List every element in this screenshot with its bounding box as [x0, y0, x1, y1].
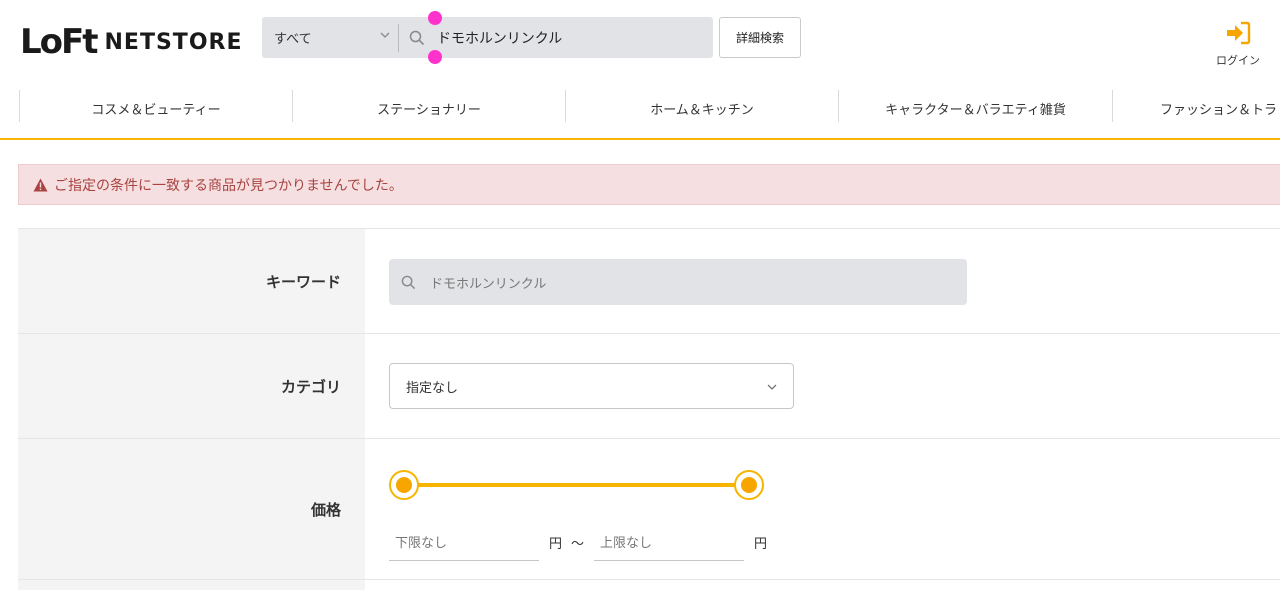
- price-label: 価格: [18, 439, 365, 579]
- search-icon[interactable]: [405, 17, 429, 58]
- price-min-input[interactable]: 下限なし: [389, 523, 539, 561]
- loft-netstore-logo[interactable]: LoFt NETSTORE: [20, 22, 243, 62]
- nav-item-cosme-beauty[interactable]: コスメ＆ビューティー: [20, 92, 292, 124]
- search-bar: すべて ドモホルンリンクル: [262, 11, 713, 64]
- category-nav: コスメ＆ビューティー ステーショナリー ホーム＆キッチン キャラクター＆バラエテ…: [0, 80, 1280, 140]
- search-scope-select[interactable]: すべて: [262, 17, 398, 58]
- price-min-unit: 円: [549, 536, 563, 552]
- chevron-down-icon: [767, 384, 777, 390]
- keyword-value: ドモホルンリンクル: [430, 276, 547, 292]
- nav-item-home-kitchen[interactable]: ホーム＆キッチン: [566, 92, 838, 124]
- header: LoFt NETSTORE すべて ドモホルンリンクル 詳細検索 ログイン: [0, 0, 1280, 80]
- login-icon: [1227, 21, 1251, 45]
- keyword-input[interactable]: ドモホルンリンクル: [389, 259, 967, 305]
- price-slider-track[interactable]: [404, 483, 750, 487]
- cursor-marker-top: [428, 11, 442, 25]
- alert-message: ご指定の条件に一致する商品が見つかりませんでした。: [54, 177, 403, 194]
- nav-item-fashion-travel[interactable]: ファッション＆トラ: [1113, 92, 1280, 124]
- search-divider: [398, 23, 399, 52]
- search-icon: [401, 275, 416, 289]
- logo-sub: NETSTORE: [104, 29, 243, 55]
- price-max-input[interactable]: 上限なし: [594, 523, 744, 561]
- chevron-down-icon: [380, 32, 390, 38]
- warning-icon: [33, 178, 48, 191]
- logo-main: LoFt: [20, 22, 99, 62]
- keyword-row: キーワード ドモホルンリンクル: [18, 228, 1280, 333]
- cursor-marker-bottom: [428, 50, 442, 64]
- login-button[interactable]: ログイン: [1206, 20, 1270, 70]
- search-scope-value: すべて: [274, 32, 312, 47]
- price-range-separator: 〜: [571, 536, 585, 552]
- search-input[interactable]: ドモホルンリンクル: [437, 28, 562, 48]
- login-label: ログイン: [1216, 54, 1260, 67]
- category-label: カテゴリ: [18, 334, 365, 438]
- nav-item-stationery[interactable]: ステーショナリー: [293, 92, 565, 124]
- category-select[interactable]: 指定なし: [389, 363, 794, 409]
- advanced-search-button[interactable]: 詳細検索: [719, 17, 801, 58]
- no-results-alert: ご指定の条件に一致する商品が見つかりませんでした。: [18, 164, 1280, 205]
- category-row: カテゴリ 指定なし: [18, 333, 1280, 438]
- next-row-label: [18, 580, 365, 590]
- category-value: 指定なし: [406, 380, 459, 396]
- nav-item-character-variety[interactable]: キャラクター＆バラエティ雑貨: [839, 92, 1112, 124]
- price-slider-max-handle[interactable]: [734, 470, 764, 500]
- price-max-unit: 円: [754, 536, 768, 552]
- next-row: [18, 579, 1280, 590]
- keyword-label: キーワード: [18, 229, 365, 333]
- price-slider-min-handle[interactable]: [389, 470, 419, 500]
- advanced-search-form: キーワード ドモホルンリンクル カテゴリ 指定なし 価格 下限なし 円 〜 上限…: [18, 228, 1280, 590]
- price-row: 価格 下限なし 円 〜 上限なし 円: [18, 438, 1280, 579]
